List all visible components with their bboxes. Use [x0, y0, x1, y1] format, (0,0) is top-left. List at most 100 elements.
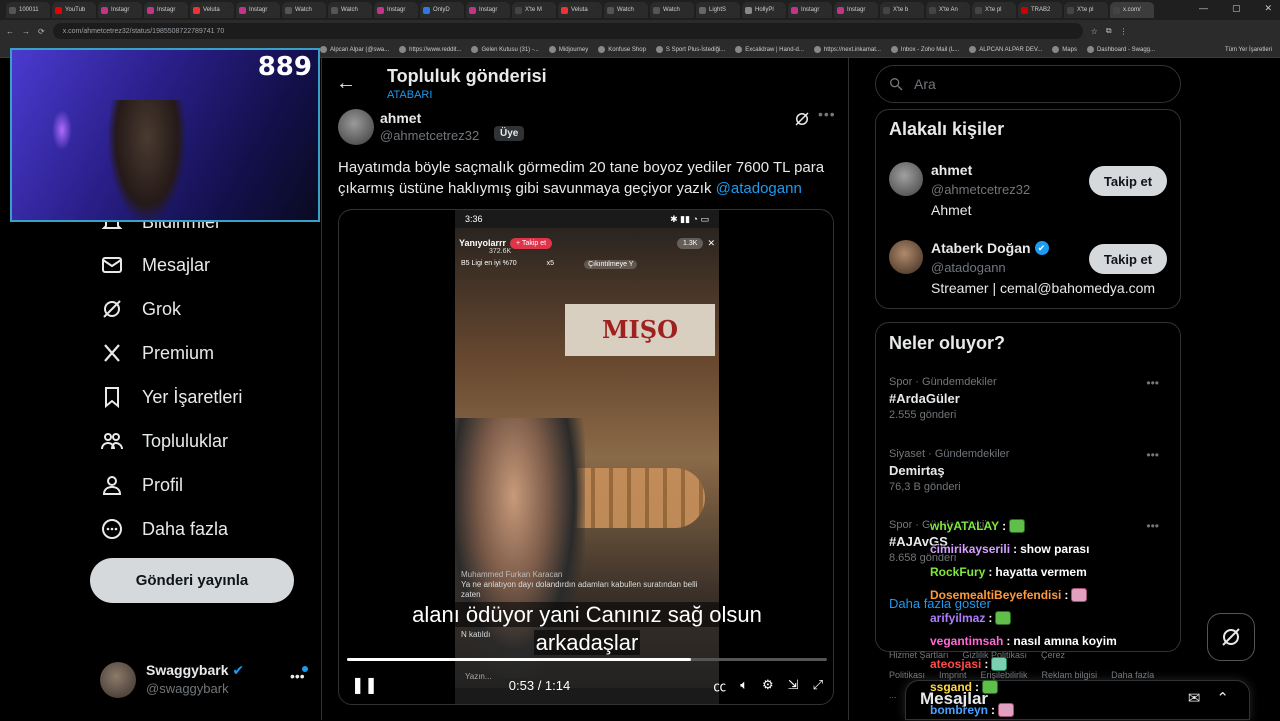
reload-icon[interactable]: ⟳	[38, 27, 45, 36]
minimize-icon[interactable]: —	[1199, 3, 1208, 14]
search-input[interactable]: Ara	[875, 65, 1181, 103]
nav-messages[interactable]: Mesajlar	[100, 253, 210, 277]
browser-tab[interactable]: LightS	[696, 2, 740, 18]
url-field[interactable]: x.com/ahmetcetrez32/status/1985508722789…	[52, 23, 1083, 39]
new-message-icon[interactable]: ✉	[1188, 689, 1201, 707]
browser-tab[interactable]: 100011	[6, 2, 50, 18]
trend-item[interactable]: Spor · Gündemdekiler #ArdaGüler 2.555 gö…	[889, 376, 1169, 421]
post-more-icon[interactable]: •••	[818, 106, 836, 122]
bookmark-item[interactable]: Dashboard - Swagg...	[1086, 46, 1155, 53]
settings-icon[interactable]: ⚙	[762, 677, 774, 693]
browser-tab[interactable]: Instagr	[98, 2, 142, 18]
author-avatar[interactable]	[338, 109, 374, 145]
nav-bookmarks[interactable]: Yer İşaretleri	[100, 385, 242, 409]
tab-label: Instagr	[479, 7, 498, 13]
browser-tab[interactable]: Instagr	[144, 2, 188, 18]
browser-tab[interactable]: X'te pl	[1064, 2, 1108, 18]
follow-button[interactable]: Takip et	[1089, 244, 1167, 274]
all-bookmarks-link[interactable]: Tüm Yer İşaretleri	[1225, 47, 1272, 53]
back-arrow-icon[interactable]: ←	[336, 72, 356, 95]
popout-icon[interactable]: ⇲	[788, 677, 799, 693]
trend-more-icon[interactable]: •••	[1146, 448, 1159, 462]
browser-tab[interactable]: x.com/	[1110, 2, 1154, 18]
chat-username: vegantimsah	[930, 633, 1004, 648]
grok-explain-icon[interactable]	[793, 110, 811, 133]
extensions-icon[interactable]: ⧉	[1106, 26, 1112, 36]
expand-up-icon[interactable]: ⌃	[1216, 689, 1229, 707]
avatar[interactable]	[889, 162, 923, 196]
nav-communities[interactable]: Topluluklar	[100, 429, 228, 453]
bookmark-item[interactable]: Konfuse Shop	[598, 46, 646, 53]
fullscreen-icon[interactable]: ⤢	[813, 677, 823, 693]
browser-tab[interactable]: TRAB2	[1018, 2, 1062, 18]
browser-tab[interactable]: YouTub	[52, 2, 96, 18]
bookmark-item[interactable]: https://www.reddit...	[399, 46, 461, 53]
trend-count: 2.555 gönderi	[889, 409, 957, 421]
x-logo-icon	[104, 344, 120, 362]
bookmark-item[interactable]: Gelen Kutusu (31) -...	[471, 46, 539, 53]
follow-button[interactable]: Takip et	[1089, 166, 1167, 196]
chat-text: hayatta vermem	[995, 564, 1087, 579]
phone-status-icons: ✱ ▮▮ ◔ ▭	[670, 214, 709, 224]
browser-tab[interactable]: Watch	[328, 2, 372, 18]
bookmark-item[interactable]: S Sport Plus-İstediği...	[655, 46, 725, 53]
bookmark-item[interactable]: https://next.inkamat...	[813, 46, 881, 53]
browser-menu-icon[interactable]: ⋮	[1120, 27, 1128, 36]
browser-tab[interactable]: Instagr	[466, 2, 510, 18]
bookmark-item[interactable]: Midjourney	[548, 46, 588, 53]
browser-tab[interactable]: X'te pl	[972, 2, 1016, 18]
nav-premium[interactable]: Premium	[100, 341, 214, 365]
trend-more-icon[interactable]: •••	[1146, 519, 1159, 533]
bookmark-item[interactable]: Maps	[1052, 46, 1077, 53]
author-handle[interactable]: @ahmetcetrez32	[380, 128, 479, 143]
nav-more[interactable]: Daha fazla	[100, 517, 228, 541]
browser-tab[interactable]: X'te b	[880, 2, 924, 18]
avatar[interactable]	[889, 240, 923, 274]
chat-message: arifyilmaz :	[930, 606, 1130, 629]
trend-more-icon[interactable]: •••	[1146, 376, 1159, 390]
browser-tab[interactable]: Instagr	[236, 2, 280, 18]
bookmark-label: ALPCAN ALPAR DEV...	[979, 46, 1043, 53]
post-button[interactable]: Gönderi yayınla	[90, 558, 294, 603]
tab-label: Instagr	[157, 7, 176, 13]
bookmark-item[interactable]: Excalidraw | Hand-d...	[735, 46, 804, 53]
video-progress-bar[interactable]	[347, 658, 827, 661]
pause-icon[interactable]: ❚❚	[351, 675, 378, 695]
browser-tab[interactable]: X'te M	[512, 2, 556, 18]
community-link[interactable]: ATABARI	[387, 89, 432, 101]
league-row: 372.6K B5 Ligi en iyi %70 x5 Çıkıntılmey…	[461, 248, 711, 269]
address-bar-row: ← → ⟳ x.com/ahmetcetrez32/status/1985508…	[0, 20, 1280, 42]
trend-item[interactable]: Siyaset · Gündemdekiler Demirtaş 76,3 B …	[889, 448, 1169, 493]
nav-profile[interactable]: Profil	[100, 473, 183, 497]
bookmark-item[interactable]: Inbox - Zoho Mail (L...	[890, 46, 959, 53]
maximize-icon[interactable]: ▢	[1232, 3, 1241, 14]
browser-tab[interactable]: Veluta	[558, 2, 602, 18]
volume-icon[interactable]: 🔈︎	[740, 677, 748, 693]
ambient-light	[52, 110, 72, 150]
browser-tab[interactable]: Veluta	[190, 2, 234, 18]
close-icon[interactable]: ✕	[1264, 3, 1272, 14]
account-switcher[interactable]: Swaggybark ✔ @swaggybark •••	[100, 660, 310, 700]
search-icon	[890, 78, 903, 91]
browser-tab[interactable]: Watch	[282, 2, 326, 18]
browser-tab[interactable]: X'te An	[926, 2, 970, 18]
bookmark-item[interactable]: Alpcan Alpar (@swa...	[320, 46, 389, 53]
chat-separator: :	[1006, 633, 1011, 648]
browser-tab[interactable]: Instagr	[834, 2, 878, 18]
browser-tab[interactable]: Instagr	[788, 2, 832, 18]
browser-tab[interactable]: HollyPl	[742, 2, 786, 18]
video-player[interactable]: 3:36 ✱ ▮▮ ◔ ▭ MIŞO Yanıyolarrr + Takip et…	[338, 209, 834, 705]
nav-grok[interactable]: Grok	[100, 297, 181, 321]
bookmark-item[interactable]: ALPCAN ALPAR DEV...	[969, 46, 1042, 53]
browser-tab[interactable]: Instagr	[374, 2, 418, 18]
forward-nav-icon[interactable]: →	[22, 27, 30, 36]
grok-floating-button[interactable]	[1207, 613, 1255, 661]
bookmark-star-icon[interactable]: ☆	[1091, 27, 1098, 36]
author-name[interactable]: ahmet	[380, 110, 421, 126]
browser-tab[interactable]: Watch	[604, 2, 648, 18]
browser-tab[interactable]: OnlyD	[420, 2, 464, 18]
captions-icon[interactable]: ㏄	[713, 676, 726, 695]
back-nav-icon[interactable]: ←	[6, 27, 14, 36]
mention-link[interactable]: @atadogann	[716, 180, 802, 197]
browser-tab[interactable]: Watch	[650, 2, 694, 18]
